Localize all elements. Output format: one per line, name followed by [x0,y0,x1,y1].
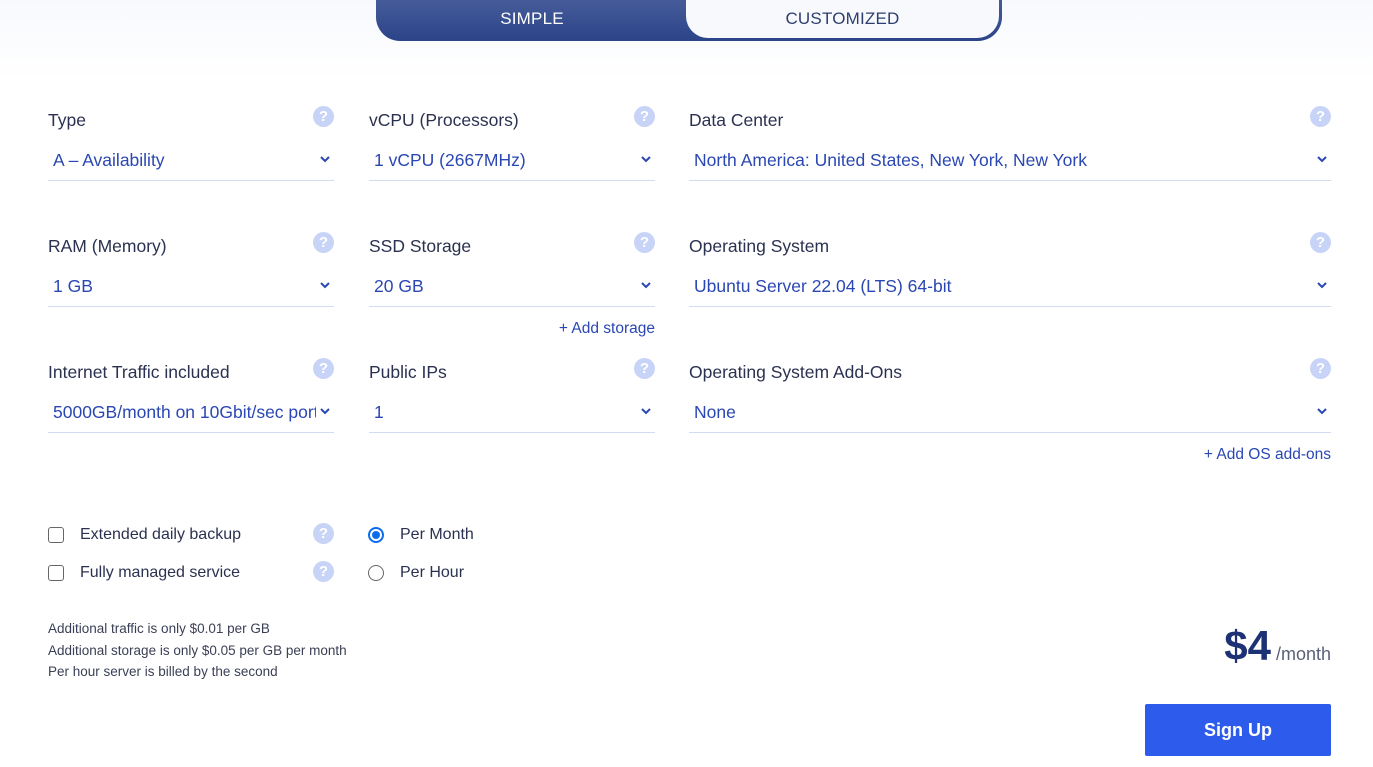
per-hour-label[interactable]: Per Hour [400,564,464,582]
billing-per-month[interactable]: Per Month [368,526,474,543]
per-hour-radio[interactable] [368,565,384,581]
billing-per-hour[interactable]: Per Hour [368,564,464,581]
type-field: Type ? A – Availability [48,106,334,190]
pricing-notes: Additional traffic is only $0.01 per GB … [48,618,347,683]
question-circle-icon[interactable]: ? [1310,232,1331,253]
backup-label[interactable]: Extended daily backup [80,526,241,544]
traffic-select[interactable]: 5000GB/month on 10Gbit/sec port [53,402,316,423]
chevron-down-icon[interactable] [639,278,653,292]
divider [689,306,1331,307]
chevron-down-icon[interactable] [318,404,332,418]
ssd-field: SSD Storage ? 20 GB + Add storage [369,232,655,346]
per-month-radio[interactable] [368,527,384,543]
type-select[interactable]: A – Availability [53,150,310,171]
divider [689,432,1331,433]
traffic-field: Internet Traffic included ? 5000GB/month… [48,358,334,442]
vcpu-select[interactable]: 1 vCPU (2667MHz) [374,150,631,171]
chevron-down-icon[interactable] [1315,278,1329,292]
public-ips-label: Public IPs [369,362,447,382]
ssd-label: SSD Storage [369,236,472,256]
note-storage: Additional storage is only $0.05 per GB … [48,642,347,658]
managed-label[interactable]: Fully managed service [80,564,240,582]
os-label: Operating System [689,236,830,256]
price-display: $4 /month [1224,622,1331,670]
ssd-select[interactable]: 20 GB [374,276,631,297]
chevron-down-icon[interactable] [639,404,653,418]
question-circle-icon[interactable]: ? [1310,106,1331,127]
divider [369,306,655,307]
os-select[interactable]: Ubuntu Server 22.04 (LTS) 64-bit [694,276,1307,297]
price-amount: $4 [1224,622,1271,669]
question-circle-icon[interactable]: ? [313,523,334,544]
vcpu-label: vCPU (Processors) [369,110,519,130]
ram-field: RAM (Memory) ? 1 GB [48,232,334,316]
data-center-label: Data Center [689,110,784,130]
traffic-label: Internet Traffic included [48,362,230,382]
question-circle-icon[interactable]: ? [1310,358,1331,379]
sign-up-button[interactable]: Sign Up [1145,704,1331,756]
add-storage-link[interactable]: + Add storage [559,320,655,338]
ram-select[interactable]: 1 GB [53,276,310,297]
question-circle-icon[interactable]: ? [634,106,655,127]
divider [48,432,334,433]
note-hourly: Per hour server is billed by the second [48,664,278,679]
managed-checkbox[interactable] [48,565,64,581]
backup-option[interactable]: Extended daily backup [48,526,241,543]
chevron-down-icon[interactable] [1315,404,1329,418]
divider [369,432,655,433]
divider [689,180,1331,181]
question-circle-icon[interactable]: ? [313,232,334,253]
chevron-down-icon[interactable] [318,152,332,166]
os-addons-select[interactable]: None [694,402,1307,423]
plan-toggle: SIMPLE CUSTOMIZED [376,0,1002,41]
chevron-down-icon[interactable] [1315,152,1329,166]
vcpu-field: vCPU (Processors) ? 1 vCPU (2667MHz) [369,106,655,190]
question-circle-icon[interactable]: ? [313,561,334,582]
chevron-down-icon[interactable] [639,152,653,166]
public-ips-field: Public IPs ? 1 [369,358,655,442]
question-circle-icon[interactable]: ? [313,106,334,127]
question-circle-icon[interactable]: ? [634,358,655,379]
backup-checkbox[interactable] [48,527,64,543]
note-traffic: Additional traffic is only $0.01 per GB [48,621,270,636]
question-circle-icon[interactable]: ? [313,358,334,379]
add-os-addons-link[interactable]: + Add OS add-ons [1204,446,1331,464]
os-field: Operating System ? Ubuntu Server 22.04 (… [689,232,1331,316]
divider [369,180,655,181]
tab-simple[interactable]: SIMPLE [376,0,688,38]
divider [48,306,334,307]
divider [48,180,334,181]
data-center-field: Data Center ? North America: United Stat… [689,106,1331,190]
question-circle-icon[interactable]: ? [634,232,655,253]
ram-label: RAM (Memory) [48,236,167,256]
data-center-select[interactable]: North America: United States, New York, … [694,150,1307,171]
os-addons-field: Operating System Add-Ons ? None + Add OS… [689,358,1331,472]
chevron-down-icon[interactable] [318,278,332,292]
price-period: /month [1275,644,1331,664]
os-addons-label: Operating System Add-Ons [689,362,903,382]
per-month-label[interactable]: Per Month [400,526,474,544]
tab-customized[interactable]: CUSTOMIZED [686,0,999,38]
managed-option[interactable]: Fully managed service [48,564,240,581]
type-label: Type [48,110,86,130]
public-ips-select[interactable]: 1 [374,402,631,423]
